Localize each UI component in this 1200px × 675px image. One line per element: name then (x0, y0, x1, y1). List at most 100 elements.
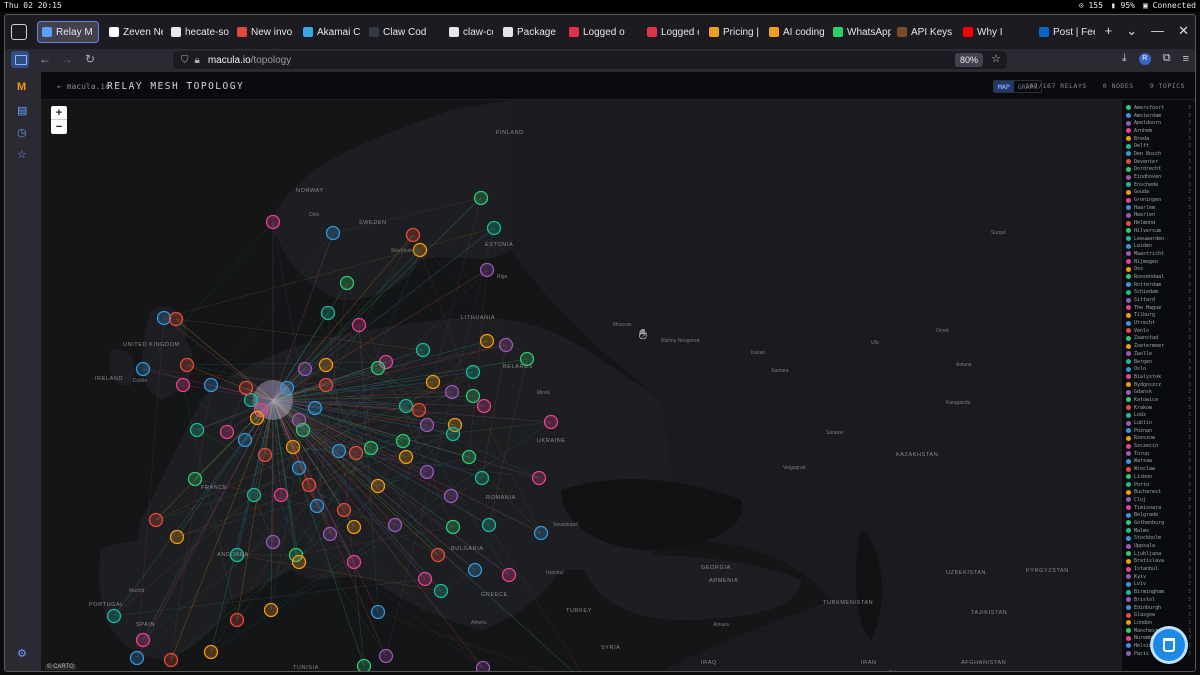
relay-node[interactable] (479, 333, 495, 349)
reload-icon[interactable]: ↻ (85, 52, 95, 66)
bookmarks-star-icon[interactable]: ☆ (17, 148, 27, 161)
legend-item[interactable]: Rzeszow 3 (1122, 435, 1195, 443)
relay-node[interactable] (318, 377, 334, 393)
close-window-icon[interactable]: ✕ (1178, 23, 1189, 39)
relay-node[interactable] (291, 554, 307, 570)
legend-item[interactable]: Oss 3 (1122, 265, 1195, 273)
relay-node[interactable] (295, 422, 311, 438)
legend-item[interactable]: Katowice 3 (1122, 396, 1195, 404)
legend-item[interactable]: Nijmegen 3 (1122, 258, 1195, 266)
relay-node[interactable] (398, 449, 414, 465)
zoom-out-button[interactable]: − (51, 120, 67, 134)
save-icon[interactable]: ▤ (17, 104, 27, 117)
relay-node[interactable] (476, 398, 492, 414)
legend-item[interactable]: Lviv 3 (1122, 581, 1195, 589)
tab-9[interactable]: Logged o (565, 21, 637, 43)
tab-16[interactable]: Post | Fee (1035, 21, 1095, 43)
relay-node[interactable] (433, 583, 449, 599)
relay-node[interactable] (106, 608, 122, 624)
legend-item[interactable]: Malmo 3 (1122, 527, 1195, 535)
tab-15[interactable]: Why I (959, 21, 1029, 43)
legend-item[interactable]: London 3 (1122, 619, 1195, 627)
legend-item[interactable]: Helmond 3 (1122, 219, 1195, 227)
relay-node[interactable] (498, 337, 514, 353)
relay-node[interactable] (189, 422, 205, 438)
legend-item[interactable]: Amersfoort 3 (1122, 104, 1195, 112)
legend-item[interactable]: Glasgow 3 (1122, 611, 1195, 619)
relay-node[interactable] (169, 529, 185, 545)
relay-node[interactable] (474, 470, 490, 486)
relay-node[interactable] (339, 275, 355, 291)
relay-node[interactable] (336, 502, 352, 518)
legend-item[interactable]: Belgrade 3 (1122, 511, 1195, 519)
legend-item[interactable]: Sittard 3 (1122, 296, 1195, 304)
tab-12[interactable]: AI coding (765, 21, 827, 43)
legend-item[interactable]: Zwolle 3 (1122, 350, 1195, 358)
tab-close-icon[interactable]: ✕ (97, 27, 98, 38)
tab-overview-icon[interactable] (11, 24, 27, 40)
new-tab-icon[interactable]: + (1105, 23, 1113, 39)
legend-item[interactable]: Lodz 3 (1122, 412, 1195, 420)
relay-node[interactable] (475, 660, 491, 672)
relay-node[interactable] (243, 392, 259, 408)
relay-node[interactable] (168, 311, 184, 327)
relay-node[interactable] (285, 439, 301, 455)
menu-icon[interactable]: ≡ (1183, 53, 1189, 65)
legend-item[interactable]: Szczecin 3 (1122, 442, 1195, 450)
relay-node[interactable] (425, 374, 441, 390)
tab-6[interactable]: Claw Cod (365, 21, 437, 43)
legend-item[interactable]: Stockholm 3 (1122, 535, 1195, 543)
back-link[interactable]: ← macula.io (57, 82, 110, 91)
legend-item[interactable]: Gdansk 3 (1122, 388, 1195, 396)
legend-item[interactable]: Leiden 3 (1122, 242, 1195, 250)
relay-node[interactable] (445, 426, 461, 442)
legend-item[interactable]: The Hague 3 (1122, 304, 1195, 312)
relay-node[interactable] (237, 432, 253, 448)
relay-node[interactable] (481, 517, 497, 533)
relay-node[interactable] (412, 242, 428, 258)
relay-node[interactable] (203, 377, 219, 393)
relay-node[interactable] (257, 447, 273, 463)
minimize-icon[interactable]: — (1151, 23, 1164, 39)
topology-map[interactable]: FINLAND NORWAY SWEDEN ESTONIA LITHUANIA BELAR… (41, 100, 1121, 671)
history-icon[interactable]: ◷ (17, 126, 27, 139)
relay-node[interactable] (465, 388, 481, 404)
relay-node[interactable] (246, 487, 262, 503)
legend-item[interactable]: Edinburgh 3 (1122, 604, 1195, 612)
relay-node[interactable] (322, 526, 338, 542)
view-map-button[interactable]: MAP (994, 81, 1014, 92)
tab-14[interactable]: API Keys (893, 21, 955, 43)
relay-node[interactable] (411, 402, 427, 418)
legend-item[interactable]: Deventer 3 (1122, 158, 1195, 166)
chevron-down-icon[interactable]: ⌄ (1126, 23, 1137, 39)
legend-item[interactable]: Poznan 3 (1122, 427, 1195, 435)
relay-node[interactable] (318, 357, 334, 373)
legend-item[interactable]: Maastricht 3 (1122, 250, 1195, 258)
map-canvas[interactable] (41, 100, 1121, 671)
relay-node[interactable] (346, 519, 362, 535)
relay-node[interactable] (351, 317, 367, 333)
tab-7[interactable]: claw-code (445, 21, 493, 43)
legend-item[interactable]: Venlo 3 (1122, 327, 1195, 335)
relay-node[interactable] (444, 384, 460, 400)
legend-item[interactable]: Cluj 3 (1122, 496, 1195, 504)
zoom-in-button[interactable]: + (51, 106, 67, 120)
relay-node[interactable] (163, 652, 179, 668)
legend-item[interactable]: Leeuwarden 3 (1122, 235, 1195, 243)
legend-item[interactable]: Lublin 3 (1122, 419, 1195, 427)
relay-node[interactable] (419, 464, 435, 480)
relay-node[interactable] (405, 227, 421, 243)
tab-11[interactable]: Pricing | I (705, 21, 761, 43)
coffee-button[interactable] (1153, 629, 1185, 661)
relay-node[interactable] (356, 658, 372, 672)
legend-item[interactable]: Birmingham 3 (1122, 588, 1195, 596)
relay-node[interactable] (443, 488, 459, 504)
extensions-icon[interactable]: ⧉ (1163, 52, 1171, 65)
relay-node[interactable] (320, 305, 336, 321)
legend-item[interactable]: Schiedam 3 (1122, 289, 1195, 297)
legend-item[interactable]: Bialystok 3 (1122, 373, 1195, 381)
relay-node[interactable] (309, 498, 325, 514)
legend-item[interactable]: Uppsala 3 (1122, 542, 1195, 550)
legend-item[interactable]: Rotterdam 3 (1122, 281, 1195, 289)
relay-node[interactable] (291, 460, 307, 476)
